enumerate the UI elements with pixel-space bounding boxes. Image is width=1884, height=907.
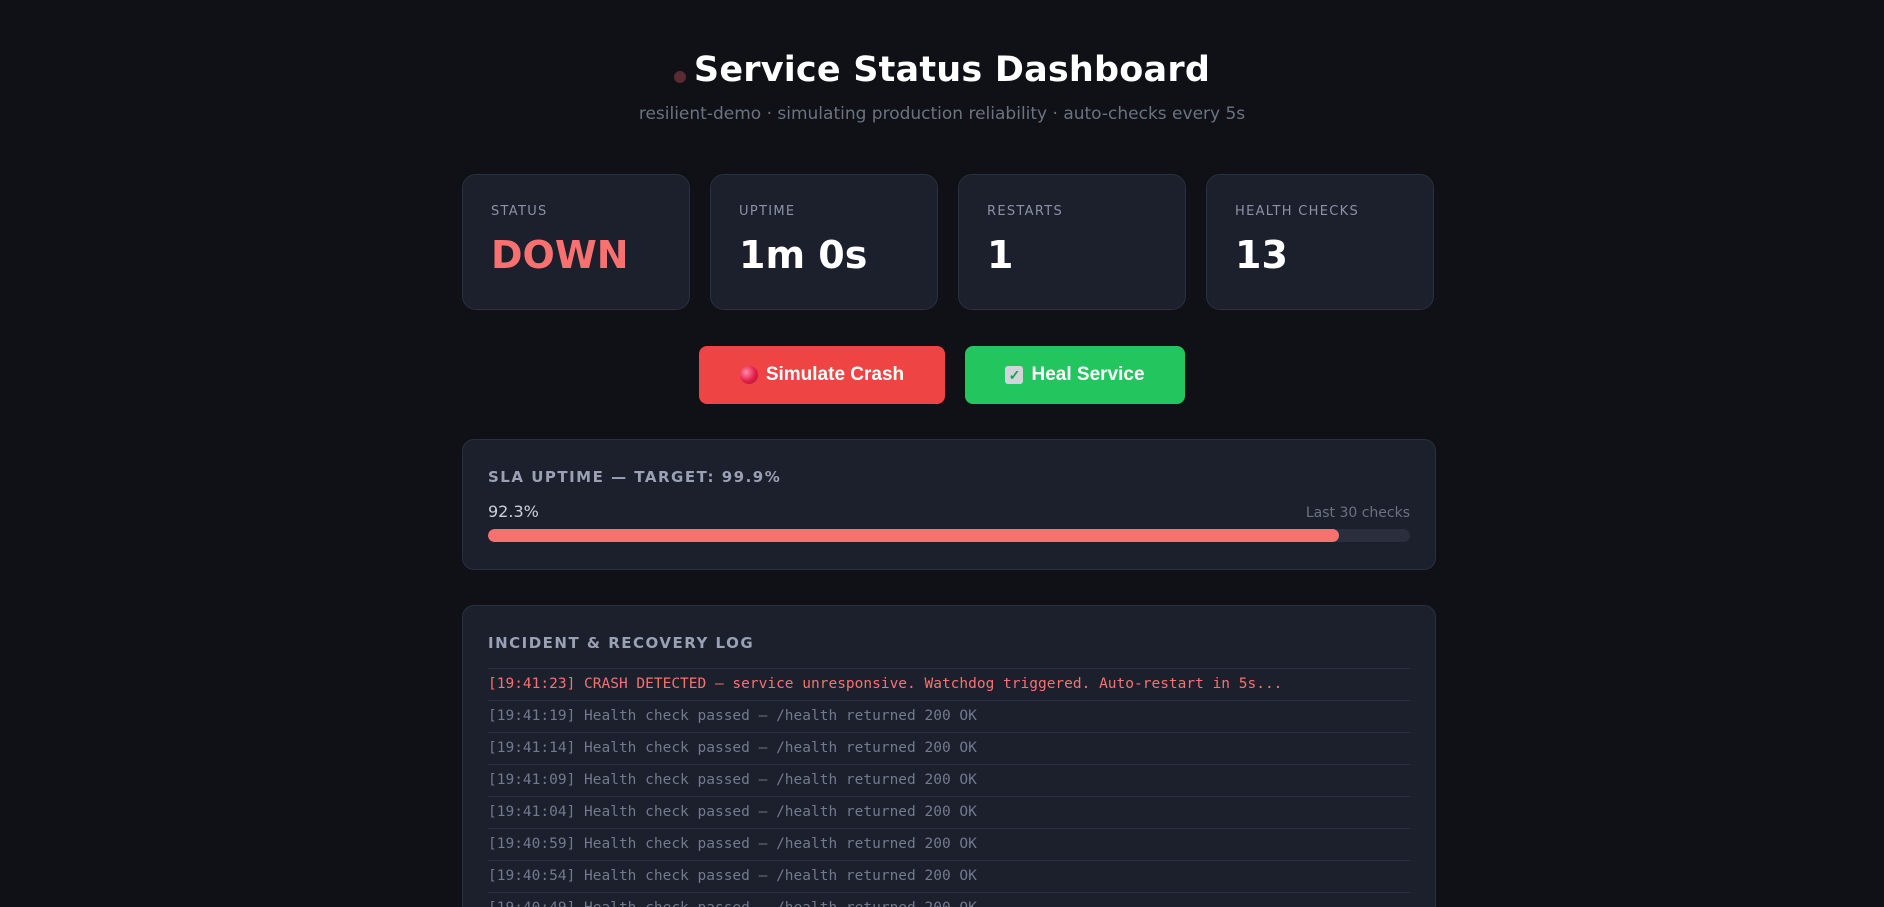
page-title: Service Status Dashboard [693,50,1211,90]
stat-cards: STATUS DOWN UPTIME 1m 0s RESTARTS 1 HEAL… [462,174,1434,310]
log-list[interactable]: [19:41:23] CRASH DETECTED — service unre… [488,668,1410,907]
header: Service Status Dashboard resilient-demo … [0,50,1884,124]
sla-percent: 92.3% [488,502,539,521]
log-entry: [19:40:49] Health check passed — /health… [488,893,1410,907]
sla-panel: SLA UPTIME — TARGET: 99.9% 92.3% Last 30… [462,439,1436,570]
log-entry: [19:41:04] Health check passed — /health… [488,797,1410,829]
red-orb-icon [739,366,758,384]
stat-value-uptime: 1m 0s [739,233,868,277]
log-entry: [19:41:19] Health check passed — /health… [488,701,1410,733]
heal-service-label: Heal Service [1031,364,1145,385]
stat-card-restarts: RESTARTS 1 [958,174,1186,310]
log-entry: [19:41:14] Health check passed — /health… [488,733,1410,765]
stat-card-status: STATUS DOWN [462,174,690,310]
incident-log-panel: INCIDENT & RECOVERY LOG [19:41:23] CRASH… [462,605,1436,907]
stat-value-health-checks: 13 [1235,233,1288,277]
log-title: INCIDENT & RECOVERY LOG [488,634,755,652]
stat-value-status: DOWN [491,233,629,277]
log-entry: [19:40:54] Health check passed — /health… [488,861,1410,893]
stat-value-restarts: 1 [987,233,1014,277]
stat-label: STATUS [491,204,548,219]
sla-progress-fill [488,529,1339,542]
action-buttons: Simulate Crash ✓ Heal Service [0,346,1884,404]
page-subtitle: resilient-demo · simulating production r… [638,104,1246,124]
simulate-crash-button[interactable]: Simulate Crash [699,346,945,404]
log-entry: [19:40:59] Health check passed — /health… [488,829,1410,861]
simulate-crash-label: Simulate Crash [765,364,905,385]
dashboard-page: Service Status Dashboard resilient-demo … [0,0,1884,907]
stat-card-uptime: UPTIME 1m 0s [710,174,938,310]
sla-title: SLA UPTIME — TARGET: 99.9% [488,468,782,486]
sla-note: Last 30 checks [1305,505,1410,521]
heal-service-button[interactable]: ✓ Heal Service [965,346,1185,404]
stat-label: RESTARTS [987,204,1064,219]
check-box-icon: ✓ [1005,366,1024,384]
log-entry: [19:41:23] CRASH DETECTED — service unre… [488,669,1410,701]
title-row: Service Status Dashboard [673,50,1211,90]
sla-progress-track [488,529,1410,542]
sla-row: 92.3% Last 30 checks [488,502,1410,521]
log-entry: [19:41:09] Health check passed — /health… [488,765,1410,797]
status-dot-icon [673,71,686,83]
stat-card-health-checks: HEALTH CHECKS 13 [1206,174,1434,310]
stat-label: HEALTH CHECKS [1235,204,1360,219]
stat-label: UPTIME [739,204,796,219]
